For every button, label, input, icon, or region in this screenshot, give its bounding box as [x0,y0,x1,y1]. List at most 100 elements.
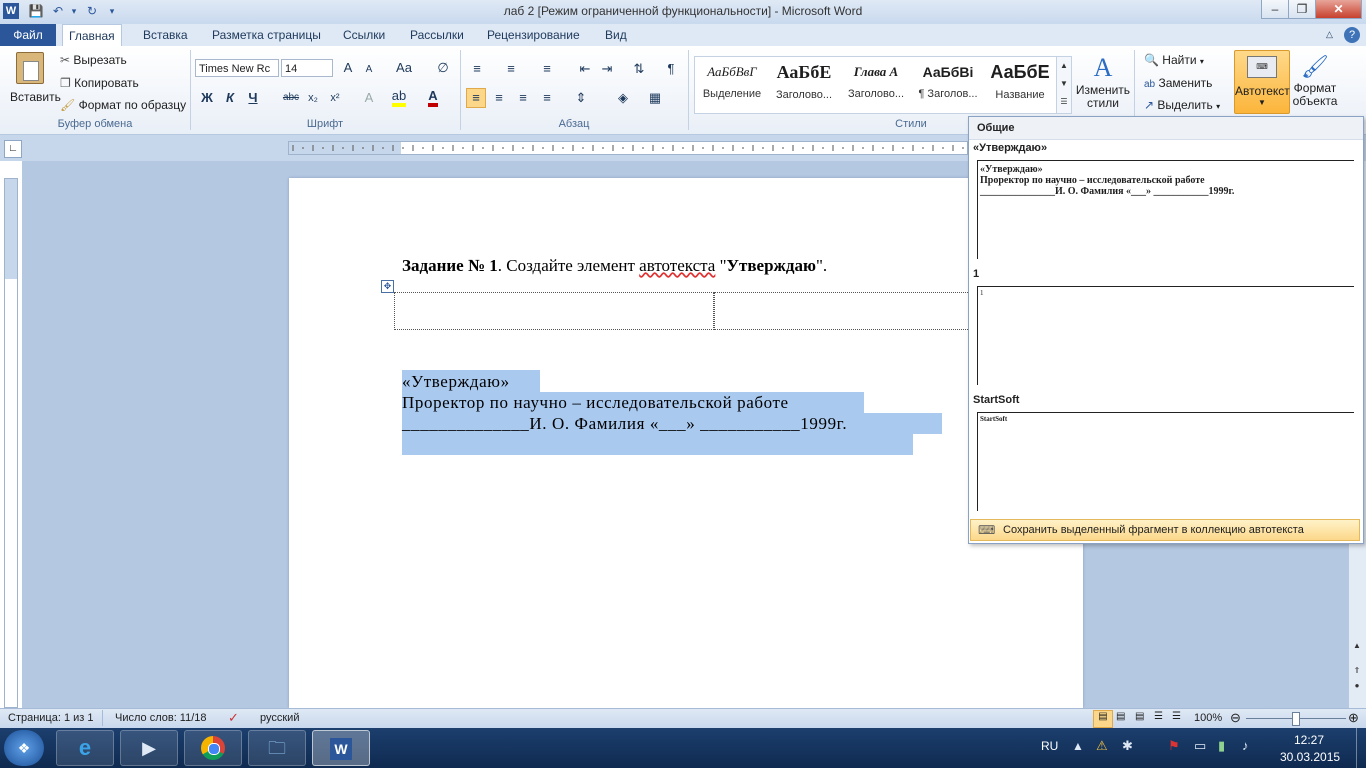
close-button[interactable]: ✕ [1315,0,1362,19]
taskbar-chrome[interactable] [184,730,242,766]
outline-icon[interactable]: ☰ [1154,711,1163,722]
minimize-ribbon-icon[interactable]: △ [1326,29,1340,43]
grow-font-icon[interactable]: A [339,59,357,77]
notification-icon[interactable]: ▲ [1072,739,1084,753]
text-effects-icon[interactable]: A [360,89,378,107]
flag-icon[interactable]: ⚑ [1168,738,1180,754]
page-count[interactable]: Страница: 1 из 1 [8,712,94,724]
action-center-icon[interactable]: ⚠ [1096,738,1108,754]
clock-date[interactable]: 30.03.2015 [1280,750,1340,764]
save-to-autotext-button[interactable]: ⌨ Сохранить выделенный фрагмент в коллек… [970,519,1360,541]
proofing-icon[interactable]: ✓ [228,710,239,726]
browse-object-icon[interactable]: ● [1351,681,1363,693]
bluetooth-icon[interactable]: ✱ [1122,738,1133,754]
numbering-icon[interactable]: ≡ [502,60,520,78]
scroll-up-icon[interactable]: ▲ [1351,641,1363,653]
font-name-combo[interactable]: Times New Rc [195,59,279,77]
language-indicator[interactable]: русский [260,712,299,724]
clear-format-icon[interactable]: ∅ [434,59,452,77]
borders-icon[interactable]: ▦ [646,89,664,107]
tab-insert[interactable]: Вставка [137,24,194,46]
underline-button[interactable]: Ч [244,89,262,107]
taskbar-ie[interactable]: e [56,730,114,766]
justify-button[interactable]: ≡ [538,89,556,107]
copy-button[interactable]: ❐ Копировать [60,76,139,90]
volume-icon[interactable]: ♪ [1242,738,1249,753]
change-case-icon[interactable]: Aa [392,59,416,77]
bullets-icon[interactable]: ≡ [468,60,486,78]
style-title[interactable]: АаБбЕ Название [984,56,1056,110]
clock-time[interactable]: 12:27 [1294,733,1324,747]
taskbar-media-player[interactable]: ▶ [120,730,178,766]
tab-mailings[interactable]: Рассылки [404,24,470,46]
strikethrough-button[interactable]: abc [280,89,302,107]
style-heading-2[interactable]: Глава А Заголово... [840,56,912,110]
zoom-slider-thumb[interactable] [1292,712,1300,726]
multilevel-list-icon[interactable]: ≡ [538,60,556,78]
style-heading-3[interactable]: АаБбВі ¶ Заголов... [912,56,984,110]
table-cell[interactable] [714,292,968,330]
style-emphasis[interactable]: АаБбВвГ Выделение [696,56,768,110]
full-screen-reading-icon[interactable]: ▤ [1116,711,1125,722]
change-styles-button[interactable]: A Изменить стили [1074,52,1132,110]
maximize-button[interactable]: ❐ [1288,0,1316,19]
zoom-level[interactable]: 100% [1194,712,1222,724]
taskbar-word[interactable]: W [312,730,370,766]
sort-icon[interactable]: ⇅ [630,60,648,78]
cut-button[interactable]: ✂ Вырезать [60,53,127,67]
zoom-out-icon[interactable]: ⊖ [1230,710,1241,726]
tab-selector-icon[interactable]: ∟ [4,140,22,158]
highlight-color-icon[interactable]: ab [390,87,408,107]
tab-references[interactable]: Ссылки [337,24,391,46]
vertical-ruler[interactable] [4,178,18,708]
table-cell[interactable] [394,292,714,330]
battery-icon[interactable]: ▮ [1218,738,1225,754]
superscript-button[interactable]: x² [326,89,344,107]
word-count[interactable]: Число слов: 11/18 [115,712,207,724]
shading-icon[interactable]: ◈ [614,89,632,107]
bold-button[interactable]: Ж [198,89,216,107]
web-layout-icon[interactable]: ▤ [1135,711,1144,722]
tab-file[interactable]: Файл [0,24,56,46]
tab-review[interactable]: Рецензирование [481,24,586,46]
pilcrow-icon[interactable]: ¶ [662,60,680,78]
align-right-button[interactable]: ≡ [514,89,532,107]
font-color-button[interactable]: A [424,87,442,107]
align-center-button[interactable]: ≡ [490,89,508,107]
shrink-font-icon[interactable]: A [360,61,378,79]
object-format-button[interactable]: 🖌 Формат объекта [1292,52,1338,108]
minimize-button[interactable]: – [1261,0,1289,19]
style-heading-1[interactable]: АаБбЕ Заголово... [768,56,840,110]
print-layout-icon[interactable]: ▤ [1093,710,1113,728]
show-desktop-button[interactable] [1356,728,1366,768]
autotext-block[interactable]: «Утверждаю» Проректор по научно – исслед… [402,371,847,434]
autotext-entry-startsoft[interactable]: StartSoft [977,412,1354,511]
paste-button[interactable]: Вставить [10,52,61,108]
tab-view[interactable]: Вид [599,24,633,46]
font-size-combo[interactable]: 14 [281,59,333,77]
prev-page-icon[interactable]: ⇑ [1351,666,1363,678]
format-painter-button[interactable]: 🖌 Формат по образцу [60,98,186,112]
italic-button[interactable]: К [221,89,239,107]
autotext-entry-utverzhdayu[interactable]: «Утверждаю» Проректор по научно – исслед… [977,160,1354,259]
replace-button[interactable]: ab Заменить [1144,76,1212,90]
find-button[interactable]: 🔍 Найти ▾ [1144,53,1204,67]
display-icon[interactable]: ▭ [1194,738,1206,754]
horizontal-ruler[interactable] [288,141,968,155]
decrease-indent-icon[interactable]: ⇤ [576,60,594,78]
autotext-button[interactable]: ⌨ Автотекст ▼ [1234,50,1290,114]
help-icon[interactable]: ? [1344,27,1360,43]
tab-home[interactable]: Главная [62,24,122,47]
line-spacing-icon[interactable]: ⇕ [572,89,590,107]
zoom-in-icon[interactable]: ⊕ [1348,710,1359,726]
taskbar-explorer[interactable]: 🗀 [248,730,306,766]
select-button[interactable]: ↗ Выделить ▾ [1144,98,1220,112]
task-paragraph[interactable]: Задание № 1. Создайте элемент автотекста… [402,256,827,276]
draft-icon[interactable]: ☰ [1172,711,1181,722]
start-button[interactable]: ❖ [4,730,44,766]
subscript-button[interactable]: x₂ [304,89,322,107]
autotext-entry-1[interactable]: 1 [977,286,1354,385]
table-move-handle-icon[interactable]: ✥ [381,280,394,293]
input-language[interactable]: RU [1041,739,1058,753]
styles-scroll[interactable]: ▲ ▼ ☰ [1056,56,1072,114]
